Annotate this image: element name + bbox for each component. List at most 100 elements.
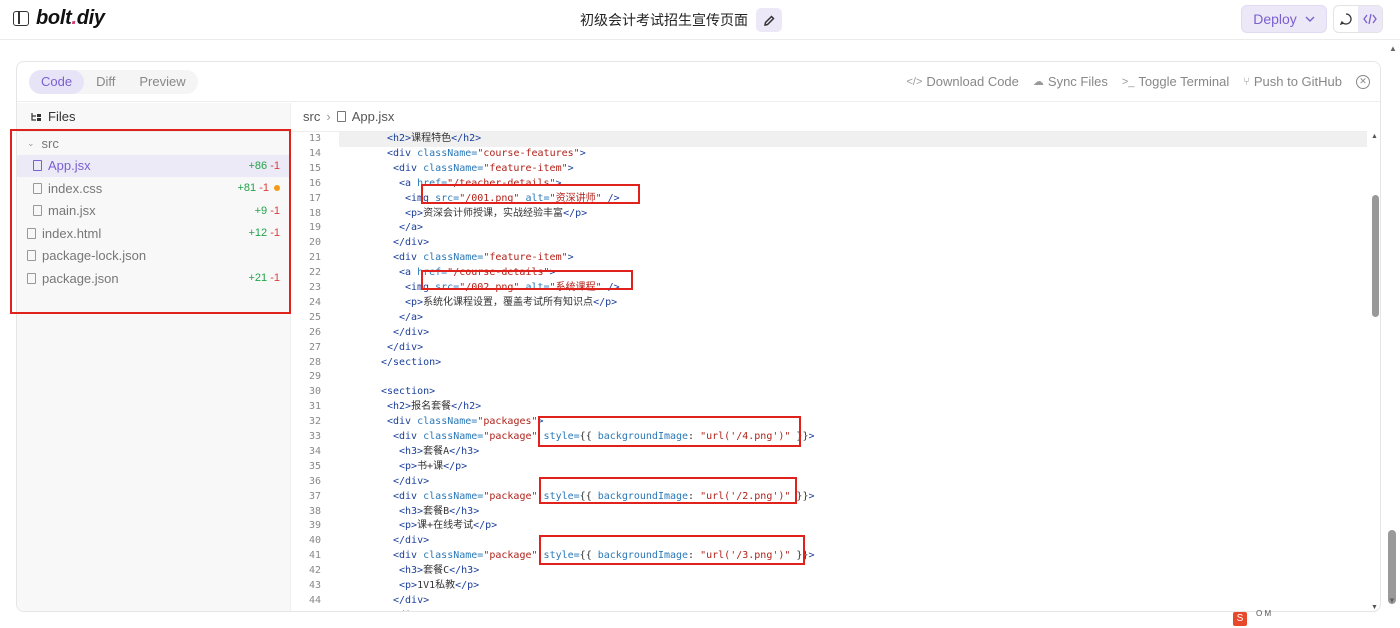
toggle-terminal-button[interactable]: >_ Toggle Terminal bbox=[1122, 74, 1229, 89]
code-token: : bbox=[688, 490, 701, 502]
file-icon bbox=[336, 111, 346, 122]
code-toggle-button[interactable] bbox=[1358, 6, 1382, 32]
code-token: 1V1私教 bbox=[417, 580, 456, 591]
code-token: "package" bbox=[483, 431, 538, 442]
line-number: 17 bbox=[308, 192, 321, 204]
modified-dot bbox=[274, 185, 280, 192]
code-token: </h3> bbox=[449, 565, 480, 577]
code-line: </div> bbox=[339, 475, 429, 490]
download-code-button[interactable]: </> Download Code bbox=[906, 74, 1018, 89]
code-line: <h3>套餐C</h3> bbox=[339, 564, 479, 579]
line-number: 19 bbox=[308, 222, 321, 234]
code-area[interactable]: 13 <h2>课程特色</h2> 14 <div className="course-… bbox=[291, 131, 1367, 611]
breadcrumb-folder[interactable]: src bbox=[303, 109, 320, 124]
code-token: <p> bbox=[399, 580, 418, 591]
code-line: <p>1V1私教</p> bbox=[339, 579, 479, 594]
code-icon bbox=[1363, 13, 1377, 25]
page-scroll-down-icon[interactable]: ▼ bbox=[1388, 596, 1396, 605]
diff-stats: +86 -1 bbox=[248, 160, 280, 172]
file-item-package-lock-json[interactable]: package-lock.json bbox=[17, 245, 290, 268]
code-token: <p> bbox=[399, 520, 418, 532]
deploy-button[interactable]: Deploy bbox=[1241, 5, 1327, 33]
code-token: <div bbox=[393, 550, 424, 562]
code-token: }} bbox=[790, 550, 809, 562]
code-token: style= bbox=[543, 550, 580, 562]
breadcrumb-file[interactable]: App.jsx bbox=[352, 109, 395, 124]
line-number: 18 bbox=[308, 207, 321, 219]
scroll-down-icon[interactable]: ▼ bbox=[1371, 604, 1378, 611]
code-token: "url('/4.png')" bbox=[700, 431, 791, 442]
terminal-icon: >_ bbox=[1121, 75, 1135, 88]
code-token: 书+课 bbox=[417, 460, 444, 472]
sync-files-button[interactable]: ☁ Sync Files bbox=[1033, 74, 1108, 89]
line-number: 22 bbox=[308, 267, 321, 279]
tab-diff[interactable]: Diff bbox=[84, 70, 127, 94]
code-token: <div bbox=[387, 416, 418, 428]
code-token: 套餐B bbox=[423, 505, 450, 517]
top-bar: bolt.diy 初级会计考试招生宣传页面 Deploy bbox=[0, 0, 1400, 40]
sidebar-toggle-icon[interactable] bbox=[13, 11, 29, 26]
code-token: 报名套餐 bbox=[411, 401, 452, 413]
project-title-wrap: 初级会计考试招生宣传页面 bbox=[580, 8, 782, 32]
code-line: <p>课+在线考试</p> bbox=[339, 519, 497, 534]
line-number: 15 bbox=[308, 162, 321, 174]
code-token: > bbox=[808, 431, 815, 442]
file-item-main-jsx[interactable]: main.jsx +9 -1 bbox=[17, 200, 290, 223]
folder-label: src bbox=[41, 135, 59, 151]
code-token: 套餐C bbox=[423, 565, 450, 577]
code-token: {{ bbox=[579, 490, 598, 502]
code-token: 套餐A bbox=[423, 445, 450, 457]
code-token: "url('/3.png')" bbox=[700, 550, 791, 562]
code-token: <a bbox=[399, 177, 418, 189]
file-item-index-html[interactable]: index.html +12 -1 bbox=[17, 222, 290, 245]
code-token: </p> bbox=[443, 460, 468, 472]
file-item-app-jsx[interactable]: App.jsx +86 -1 bbox=[17, 154, 290, 177]
code-token: /> bbox=[601, 192, 620, 204]
code-token: 课+在线考试 bbox=[417, 520, 474, 532]
app-logo[interactable]: bolt.diy bbox=[36, 7, 105, 30]
code-token: <h3> bbox=[399, 565, 424, 577]
code-token: </div> bbox=[393, 594, 430, 606]
code-token: </div> bbox=[393, 475, 430, 487]
toggle-terminal-label: Toggle Terminal bbox=[1138, 74, 1230, 89]
page-scroll-up-icon[interactable]: ▲ bbox=[1389, 44, 1397, 53]
code-token: </a> bbox=[399, 311, 424, 323]
file-sidebar: Files ⌄ src App.jsx +86 -1 index.css +81… bbox=[17, 103, 291, 611]
scroll-up-icon[interactable]: ▲ bbox=[1371, 133, 1378, 140]
line-number: 14 bbox=[308, 147, 321, 159]
files-header: Files bbox=[31, 109, 75, 124]
file-icon bbox=[27, 250, 36, 262]
code-token: <h3> bbox=[399, 445, 424, 457]
chevron-down-icon bbox=[1305, 16, 1315, 22]
tab-code[interactable]: Code bbox=[29, 70, 85, 94]
code-token: alt= bbox=[525, 282, 550, 293]
line-number: 27 bbox=[308, 341, 321, 353]
git-branch-icon: ⑂ bbox=[1243, 75, 1250, 88]
page-scrollbar-thumb[interactable] bbox=[1388, 530, 1396, 604]
edit-title-button[interactable] bbox=[756, 8, 782, 32]
code-token: : bbox=[688, 431, 701, 442]
file-item-index-css[interactable]: index.css +81 -1 bbox=[17, 177, 290, 200]
file-name: index.css bbox=[48, 180, 103, 196]
file-item-package-json[interactable]: package.json +21 -1 bbox=[17, 267, 290, 290]
folder-src[interactable]: ⌄ src bbox=[17, 132, 290, 155]
file-icon bbox=[33, 160, 42, 172]
push-to-github-button[interactable]: ⑂ Push to GitHub bbox=[1243, 74, 1342, 89]
workbench-panel: Code Diff Preview </> Download Code ☁ Sync… bbox=[16, 61, 1381, 612]
editor-scrollbar[interactable]: ▲ ▼ bbox=[1368, 131, 1380, 611]
editor-scrollbar-thumb[interactable] bbox=[1372, 195, 1379, 317]
code-token: <div bbox=[393, 252, 424, 264]
code-token: "/teacher-details" bbox=[447, 177, 556, 189]
code-token: </p> bbox=[473, 520, 498, 532]
code-line: </a> bbox=[339, 311, 423, 326]
code-token: className= bbox=[423, 252, 484, 264]
chat-toggle-button[interactable] bbox=[1334, 6, 1358, 32]
diff-stats: +81 -1 bbox=[237, 182, 280, 194]
code-token: > bbox=[549, 267, 556, 279]
code-token: <h3> bbox=[399, 505, 424, 517]
tab-preview[interactable]: Preview bbox=[127, 70, 197, 94]
code-token: <p> bbox=[399, 460, 418, 472]
close-icon[interactable]: ✕ bbox=[1356, 74, 1370, 89]
code-token: style= bbox=[543, 490, 580, 502]
code-token: <p> bbox=[405, 207, 424, 219]
